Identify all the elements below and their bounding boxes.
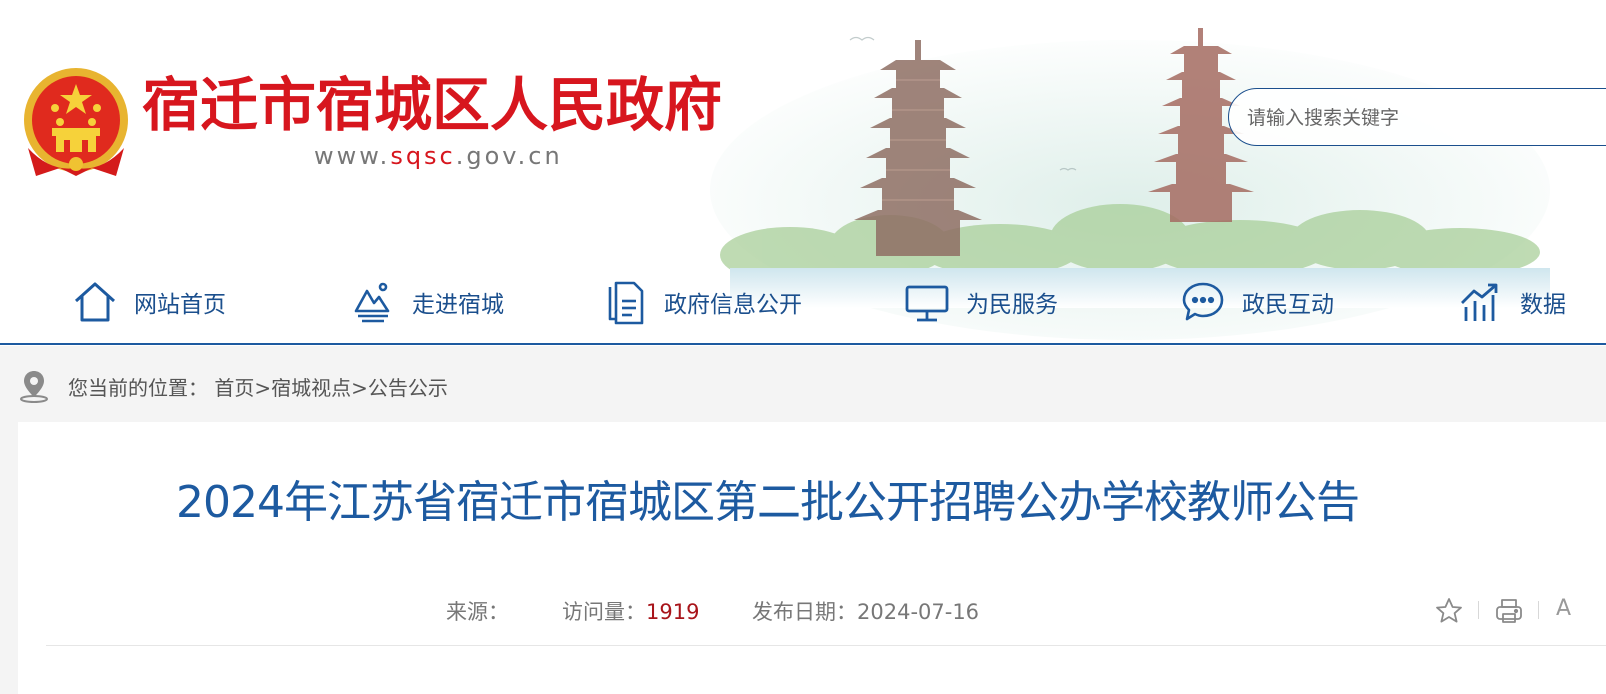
nav-label-info-disclosure: 政府信息公开 bbox=[664, 292, 802, 318]
main-nav: 网站首页 走进宿城 政府信息公开 为民服务 政民互动 数据 bbox=[0, 272, 1606, 332]
breadcrumb-separator: > bbox=[351, 376, 368, 400]
nav-item-home[interactable]: 网站首页 bbox=[72, 272, 226, 332]
breadcrumb-prefix: 您当前的位置： bbox=[68, 376, 208, 400]
nav-item-info-disclosure[interactable]: 政府信息公开 bbox=[602, 272, 802, 332]
monitor-icon bbox=[905, 285, 949, 322]
nav-item-about[interactable]: 走进宿城 bbox=[350, 272, 504, 332]
nav-label-about: 走进宿城 bbox=[412, 292, 504, 318]
breadcrumb: 您当前的位置： 首页>宿城视点>公告公示 bbox=[68, 372, 448, 401]
home-icon bbox=[74, 282, 116, 322]
chat-icon bbox=[1182, 282, 1224, 321]
breadcrumb-link-notices[interactable]: 公告公示 bbox=[368, 376, 448, 400]
search-input[interactable] bbox=[1245, 103, 1606, 133]
date-label: 发布日期： bbox=[752, 600, 857, 624]
nav-item-interaction[interactable]: 政民互动 bbox=[1180, 272, 1334, 332]
breadcrumb-link-home[interactable]: 首页 bbox=[214, 376, 254, 400]
site-url-domain: sqsc bbox=[390, 142, 456, 170]
site-title: 宿迁市宿城区人民政府 bbox=[142, 71, 723, 139]
nav-label-interaction: 政民互动 bbox=[1242, 292, 1334, 318]
site-url-prefix: www. bbox=[314, 142, 391, 170]
search-box[interactable] bbox=[1228, 88, 1606, 146]
views-label: 访问量： bbox=[562, 600, 646, 624]
article-title: 2024年江苏省宿迁市宿城区第二批公开招聘公办学校教师公告 bbox=[176, 477, 1360, 528]
article-source: 来源： bbox=[446, 596, 509, 626]
nav-item-data[interactable]: 数据 bbox=[1458, 272, 1566, 332]
national-emblem-logo bbox=[24, 68, 128, 176]
data-chart-icon bbox=[1461, 283, 1498, 321]
breadcrumb-link-news[interactable]: 宿城视点 bbox=[271, 376, 351, 400]
nav-label-home: 网站首页 bbox=[134, 292, 226, 318]
article-views: 访问量：1919 bbox=[562, 596, 699, 626]
print-icon[interactable] bbox=[1494, 596, 1524, 626]
font-size-toggle[interactable]: A bbox=[1556, 596, 1571, 621]
nav-underline bbox=[0, 343, 1606, 345]
toolbar-divider bbox=[1478, 601, 1479, 619]
article-date: 发布日期：2024-07-16 bbox=[752, 596, 979, 626]
meta-divider bbox=[46, 645, 1606, 646]
nav-item-services[interactable]: 为民服务 bbox=[904, 272, 1058, 332]
nav-label-data: 数据 bbox=[1520, 292, 1566, 318]
source-label: 来源： bbox=[446, 600, 509, 624]
article-card bbox=[18, 422, 1606, 694]
site-url: www.sqsc.gov.cn bbox=[314, 142, 563, 170]
favorite-star-icon[interactable] bbox=[1434, 596, 1464, 626]
toolbar-divider bbox=[1538, 601, 1539, 619]
site-url-suffix: .gov.cn bbox=[455, 142, 563, 170]
nav-label-services: 为民服务 bbox=[966, 292, 1058, 318]
date-value: 2024-07-16 bbox=[857, 600, 980, 624]
site-header: 宿迁市宿城区人民政府 www.sqsc.gov.cn 网站首页 走进宿城 bbox=[0, 0, 1606, 345]
document-icon bbox=[608, 281, 644, 325]
location-pin-icon bbox=[20, 371, 48, 403]
breadcrumb-separator: > bbox=[254, 376, 272, 400]
views-count: 1919 bbox=[646, 600, 700, 624]
landscape-icon bbox=[354, 282, 390, 323]
